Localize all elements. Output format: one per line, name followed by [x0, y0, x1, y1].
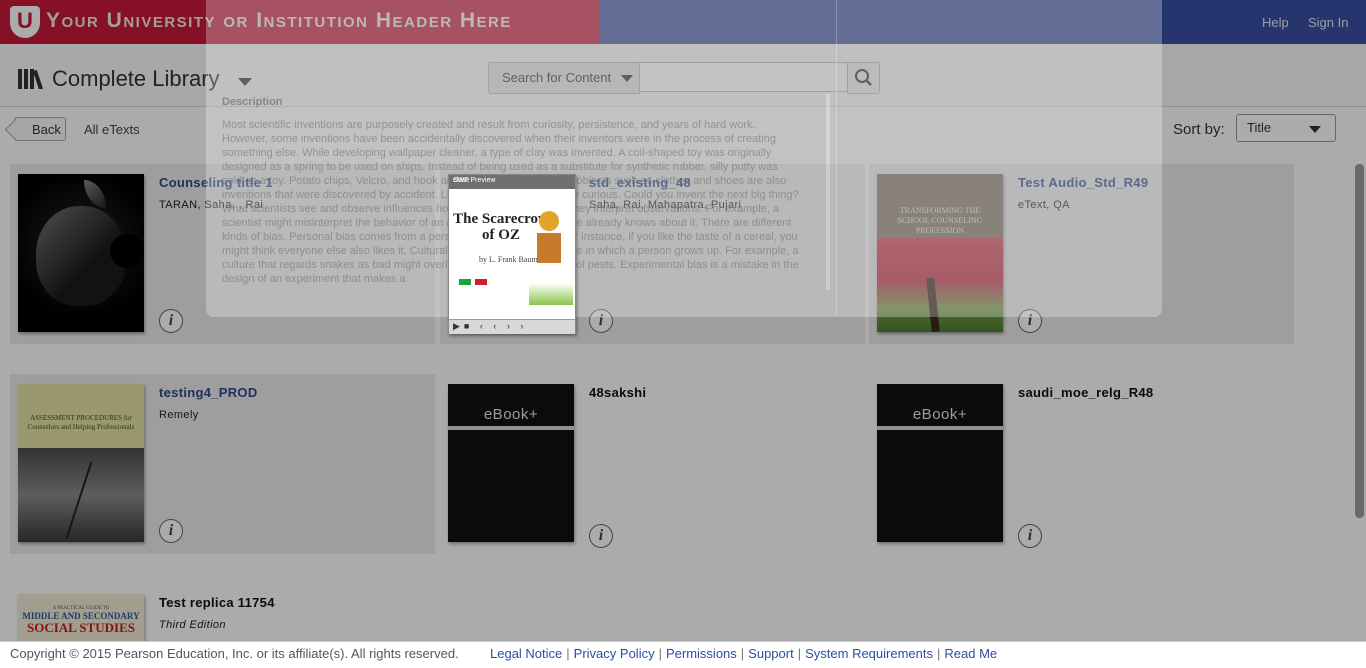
read-me-link[interactable]: Read Me [944, 646, 997, 661]
media-controls-icons[interactable]: ▶■ ‹ ‹ › › [453, 321, 527, 332]
description-scrollbar[interactable] [826, 94, 830, 290]
swf-preview-window[interactable]: SWF Preview close The Scarecrow of OZ by… [448, 174, 576, 334]
swf-controls[interactable]: ▶■ ‹ ‹ › › [449, 319, 575, 334]
book-info-popup: Description Most scientific inventions a… [206, 0, 1162, 317]
system-requirements-link[interactable]: System Requirements [805, 646, 933, 661]
page-footer: Copyright © 2015 Pearson Education, Inc.… [0, 641, 1366, 668]
stop-indicator[interactable] [475, 279, 487, 285]
copyright-text: Copyright © 2015 Pearson Education, Inc.… [10, 646, 459, 661]
support-link[interactable]: Support [748, 646, 794, 661]
description-label: Description [222, 96, 283, 108]
swf-close-button[interactable]: close [453, 177, 571, 184]
legal-notice-link[interactable]: Legal Notice [490, 646, 562, 661]
scarecrow-head-icon [539, 211, 559, 231]
swf-book-author: by L. Frank Baum [479, 255, 538, 264]
footer-links: Legal Notice | Privacy Policy | Permissions |… [490, 646, 998, 661]
swf-titlebar[interactable]: SWF Preview close [449, 175, 575, 189]
permissions-link[interactable]: Permissions [666, 646, 737, 661]
swf-book-title: The Scarecrow of OZ [453, 211, 549, 243]
play-indicator[interactable] [459, 279, 471, 285]
scarecrow-body-icon [537, 233, 561, 263]
privacy-policy-link[interactable]: Privacy Policy [574, 646, 655, 661]
